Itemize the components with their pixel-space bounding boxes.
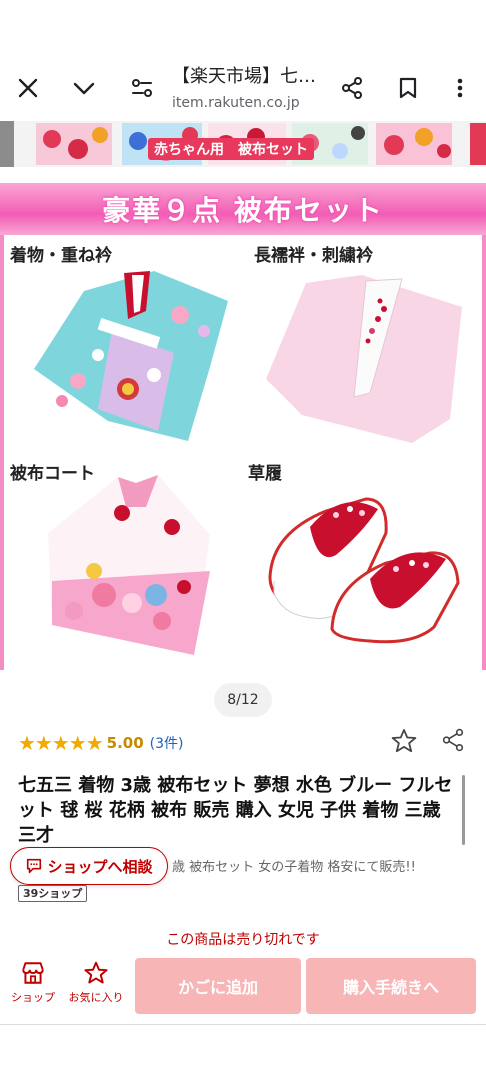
rating-stars: ★★★★★ — [18, 731, 104, 755]
add-to-cart-button[interactable]: かごに追加 — [135, 958, 301, 1014]
product-image[interactable]: 豪華９点 被布セット 着物・重ね衿 長襦袢・刺繍衿 被布コート 草履 — [0, 183, 486, 670]
product-title: 七五三 着物 3歳 被布セット 夢想 水色 ブルー フルセット 毬 桜 花柄 被… — [18, 775, 453, 846]
image-banner: 豪華９点 被布セット — [0, 183, 486, 235]
image-frame-left — [0, 235, 4, 670]
star-icon — [84, 961, 108, 984]
bottom-divider — [0, 1024, 486, 1025]
page-title[interactable]: 【楽天市場】七… — [172, 62, 316, 88]
image-frame-right — [482, 235, 486, 670]
checkout-button[interactable]: 購入手続きへ — [306, 958, 476, 1014]
scroll-indicator — [462, 775, 465, 845]
star-outline-icon[interactable] — [390, 727, 418, 759]
product-subtitle: 歳 被布セット 女の子着物 格安にて販売!! — [172, 860, 416, 875]
shop-consult-label: ショップへ相談 — [47, 857, 153, 876]
item-label-nagajuban: 長襦袢・刺繍衿 — [254, 246, 373, 266]
zori-image — [268, 497, 460, 644]
item-label-zori: 草履 — [248, 464, 282, 484]
thumbnail-caption: 赤ちゃん用 被布セット — [148, 138, 314, 160]
rating-score: 5.00 — [106, 734, 144, 752]
shop-icon — [22, 962, 44, 984]
kimono-image — [34, 271, 228, 441]
chat-icon — [27, 858, 42, 874]
shop-39-badge: 39ショップ — [18, 885, 88, 902]
bookmark-icon[interactable] — [388, 68, 428, 108]
rating-row[interactable]: ★★★★★ 5.00 (3件) — [18, 731, 184, 755]
site-settings-icon[interactable] — [122, 68, 162, 108]
more-vert-icon[interactable] — [440, 68, 480, 108]
browser-toolbar: 【楽天市場】七… item.rakuten.co.jp — [0, 0, 486, 120]
favorite-nav-button[interactable]: お気に入り — [64, 960, 128, 1005]
shop-nav-button[interactable]: ショップ — [8, 960, 58, 1005]
banner-text: 豪華９点 被布セット — [102, 194, 384, 227]
shop-nav-label: ショップ — [11, 991, 55, 1004]
image-pager: 8/12 — [214, 683, 272, 717]
page-url[interactable]: item.rakuten.co.jp — [172, 95, 300, 111]
nagajuban-image — [266, 275, 462, 443]
bottom-action-bar: ショップ お気に入り かごに追加 購入手続きへ — [0, 952, 486, 1024]
close-icon[interactable] — [8, 68, 48, 108]
share-icon[interactable] — [440, 727, 466, 757]
share-icon[interactable] — [332, 68, 372, 108]
chevron-down-icon[interactable] — [64, 68, 104, 108]
item-label-kimono: 着物・重ね衿 — [10, 246, 112, 266]
favorite-nav-label: お気に入り — [68, 991, 124, 1004]
shop-consult-button[interactable]: ショップへ相談 — [10, 847, 168, 885]
soldout-message: この商品は売り切れです — [166, 932, 320, 948]
hifu-coat-image — [48, 475, 210, 655]
review-count-link[interactable]: (3件) — [150, 733, 184, 753]
